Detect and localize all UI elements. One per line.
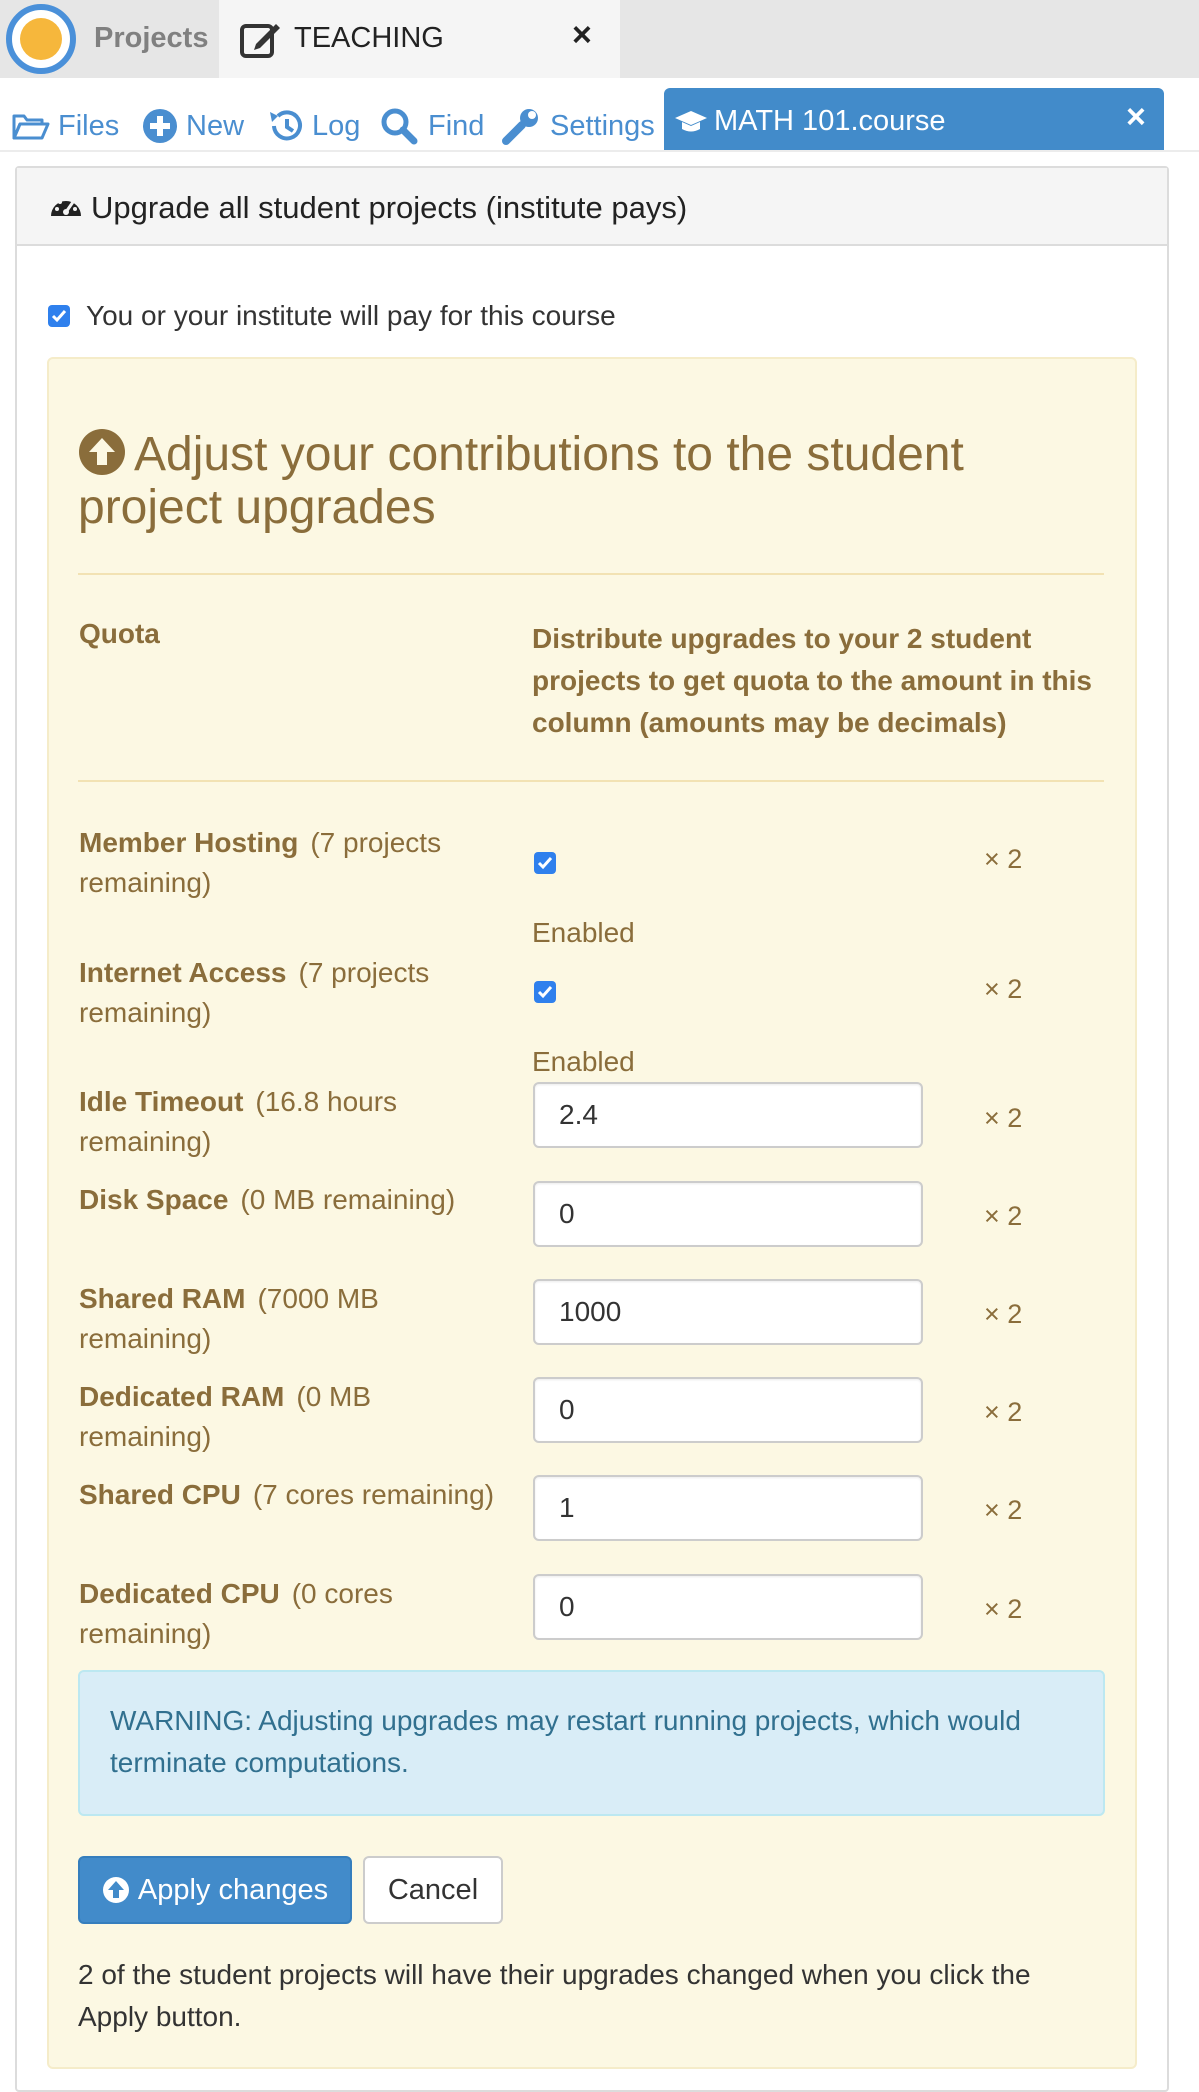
member-hosting-enabled-label: Enabled — [532, 917, 635, 948]
restart-warning-alert: WARNING: Adjusting upgrades may restart … — [78, 1670, 1105, 1816]
multiplier: × 2 — [984, 1594, 1023, 1624]
member-hosting-checkbox[interactable] — [534, 852, 556, 874]
nav-new[interactable]: New — [142, 104, 244, 148]
nav-files-label: Files — [58, 109, 120, 142]
upgrades-heading: Adjust your contributions to the student… — [78, 428, 1078, 534]
column-header-quota: Quota — [79, 618, 160, 649]
multiplier: × 2 — [984, 1201, 1023, 1231]
quota-label-internet-access: Internet Access (7 projects remaining) — [79, 957, 430, 1028]
idle-timeout-input[interactable] — [533, 1082, 923, 1148]
tab-bar-empty-area — [620, 0, 1199, 78]
search-icon — [381, 108, 418, 145]
apply-summary-note: 2 of the student projects will have thei… — [78, 1959, 1031, 2032]
nav-settings[interactable]: Settings — [502, 104, 655, 148]
panel-title: Upgrade all student projects (institute … — [91, 190, 688, 225]
folder-open-icon — [12, 114, 50, 140]
dedicated-cpu-input[interactable] — [533, 1574, 923, 1640]
internet-access-enabled-label: Enabled — [532, 1046, 635, 1077]
column-header-distribute: Distribute upgrades to your 2 student pr… — [532, 623, 1092, 738]
shared-ram-input[interactable] — [533, 1279, 923, 1345]
dashboard-icon — [51, 197, 81, 216]
multiplier: × 2 — [984, 1299, 1023, 1329]
wrench-icon — [502, 109, 538, 145]
upgrades-heading-text: Adjust your contributions to the student… — [78, 428, 964, 534]
projects-tab-label: Projects — [94, 22, 209, 54]
nav-log-label: Log — [312, 109, 361, 142]
multiplier: × 2 — [984, 1495, 1023, 1525]
institute-pays-checkbox[interactable] — [48, 305, 70, 327]
course-tab[interactable]: MATH 101.course × — [664, 88, 1164, 152]
multiplier: × 2 — [984, 974, 1023, 1004]
plus-circle-icon — [143, 109, 177, 143]
multiplier: × 2 — [984, 1103, 1023, 1133]
arrow-circle-up-icon — [79, 429, 125, 475]
quota-label-member-hosting: Member Hosting (7 projects remaining) — [79, 827, 442, 898]
app-logo-icon — [6, 4, 76, 74]
internet-access-checkbox[interactable] — [534, 981, 556, 1003]
nav-log[interactable]: Log — [266, 104, 360, 148]
edit-icon — [240, 24, 280, 58]
quota-label-dedicated-ram: Dedicated RAM (0 MB remaining) — [79, 1381, 372, 1452]
course-tab-label: MATH 101.course — [714, 105, 946, 137]
multiplier: × 2 — [984, 844, 1023, 874]
apply-changes-label: Apply changes — [137, 1873, 329, 1906]
quota-label-shared-ram: Shared RAM (7000 MB remaining) — [79, 1283, 379, 1354]
quota-label-disk-space: Disk Space (0 MB remaining) — [79, 1184, 456, 1215]
multiplier: × 2 — [984, 1397, 1023, 1427]
nav-divider — [0, 150, 1199, 152]
divider — [78, 780, 1104, 782]
disk-space-input[interactable] — [533, 1181, 923, 1247]
nav-find-label: Find — [428, 109, 485, 142]
restart-warning-text: WARNING: Adjusting upgrades may restart … — [110, 1705, 1021, 1778]
dedicated-ram-input[interactable] — [533, 1377, 923, 1443]
institute-pays-label: You or your institute will pay for this … — [86, 300, 616, 331]
nav-files[interactable]: Files — [12, 104, 119, 148]
close-teaching-tab-icon[interactable]: × — [572, 18, 592, 52]
divider — [78, 573, 1104, 575]
panel-header: Upgrade all student projects (institute … — [17, 168, 1167, 246]
quota-label-shared-cpu: Shared CPU (7 cores remaining) — [79, 1479, 495, 1510]
history-icon — [270, 110, 302, 141]
nav-find[interactable]: Find — [380, 104, 484, 148]
nav-settings-label: Settings — [550, 109, 655, 142]
projects-tab[interactable]: Projects — [0, 0, 219, 78]
graduation-cap-icon — [675, 111, 707, 132]
nav-new-label: New — [186, 109, 245, 142]
shared-cpu-input[interactable] — [533, 1475, 923, 1541]
apply-changes-button[interactable]: Apply changes — [78, 1856, 352, 1924]
close-course-tab-icon[interactable]: × — [1126, 100, 1146, 134]
teaching-tab-label: TEACHING — [294, 22, 444, 54]
institute-pays-row[interactable]: You or your institute will pay for this … — [48, 300, 616, 332]
quota-label-dedicated-cpu: Dedicated CPU (0 cores remaining) — [79, 1578, 393, 1649]
arrow-circle-up-icon — [102, 1877, 129, 1903]
quota-label-idle-timeout: Idle Timeout (16.8 hours remaining) — [79, 1086, 398, 1157]
cancel-button[interactable]: Cancel — [363, 1856, 503, 1924]
